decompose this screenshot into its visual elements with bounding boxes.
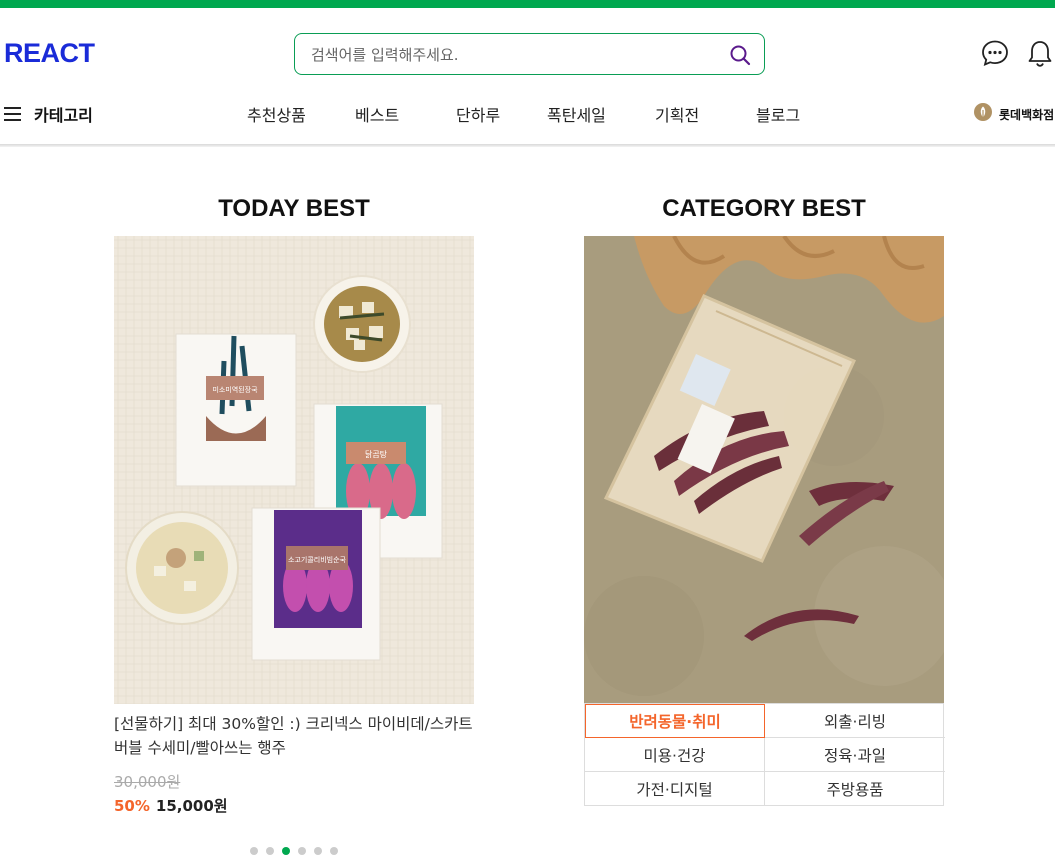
hamburger-icon: [4, 107, 21, 121]
today-best-product-name[interactable]: [선물하기] 최대 30%할인 :) 크리넥스 마이비데/스카트 버블 수세미/…: [114, 712, 474, 760]
category-appliance-digital[interactable]: 가전·디지털: [585, 772, 765, 806]
pouch-label-chicken: 닭곰탕: [365, 449, 388, 459]
carousel-dot[interactable]: [298, 847, 306, 855]
site-logo[interactable]: REACT: [4, 38, 95, 69]
nav-item-best[interactable]: 베스트: [355, 102, 399, 126]
category-kitchenware[interactable]: 주방용품: [765, 772, 945, 806]
search-input[interactable]: [311, 43, 721, 67]
header-divider: [0, 144, 1055, 147]
nav-item-blog[interactable]: 블로그: [756, 102, 800, 126]
top-accent-bar: [0, 0, 1055, 8]
category-beauty-health[interactable]: 미용·건강: [585, 738, 765, 772]
nav-item-recommended[interactable]: 추천상품: [247, 102, 306, 126]
today-best-title: TODAY BEST: [218, 195, 370, 222]
chat-icon[interactable]: [980, 38, 1010, 68]
category-outing-living[interactable]: 외출·리빙: [765, 704, 945, 738]
search-box[interactable]: [294, 33, 765, 75]
nav-item-bomb-sale[interactable]: 폭탄세일: [547, 102, 606, 126]
carousel-dots: [250, 847, 346, 855]
carousel-dot[interactable]: [266, 847, 274, 855]
nav-item-one-day[interactable]: 단하루: [456, 102, 500, 126]
category-menu-label: 카테고리: [34, 106, 93, 125]
lotte-logo-icon: [973, 102, 993, 126]
pouch-label-miso: 미소미역된장국: [212, 385, 258, 394]
carousel-dot-active[interactable]: [282, 847, 290, 855]
discount-rate: 50%: [114, 797, 150, 815]
category-pet-hobby[interactable]: 반려동물·취미: [585, 704, 765, 738]
lotte-label: 롯데백화점: [999, 107, 1055, 122]
nav-item-special[interactable]: 기획전: [655, 102, 699, 126]
carousel-dot[interactable]: [250, 847, 258, 855]
sale-price: 15,000원: [155, 797, 228, 815]
carousel-dot[interactable]: [314, 847, 322, 855]
pouch-label-beef: 소고기콜리비빔순국: [288, 555, 347, 564]
lotte-department-link[interactable]: 롯데백화점: [973, 102, 1054, 126]
category-best-image[interactable]: [584, 236, 944, 704]
category-menu-button[interactable]: 카테고리: [4, 102, 93, 126]
main-nav: 카테고리 추천상품 베스트 단하루 폭탄세일 기획전 블로그 롯데백화점: [0, 92, 1055, 132]
today-best-product-image[interactable]: 미소미역된장국 닭곰탕 소고기콜리비빔순국: [114, 236, 474, 704]
sale-price-row: 50% 15,000원: [114, 795, 228, 816]
category-grid: 반려동물·취미 외출·리빙 미용·건강 정육·과일 가전·디지털 주방용품: [584, 703, 945, 806]
category-meat-fruit[interactable]: 정육·과일: [765, 738, 945, 772]
search-icon[interactable]: [728, 43, 752, 67]
category-best-title: CATEGORY BEST: [662, 195, 866, 222]
bell-icon[interactable]: [1025, 38, 1055, 68]
original-price: 30,000원: [114, 773, 181, 791]
carousel-dot[interactable]: [330, 847, 338, 855]
